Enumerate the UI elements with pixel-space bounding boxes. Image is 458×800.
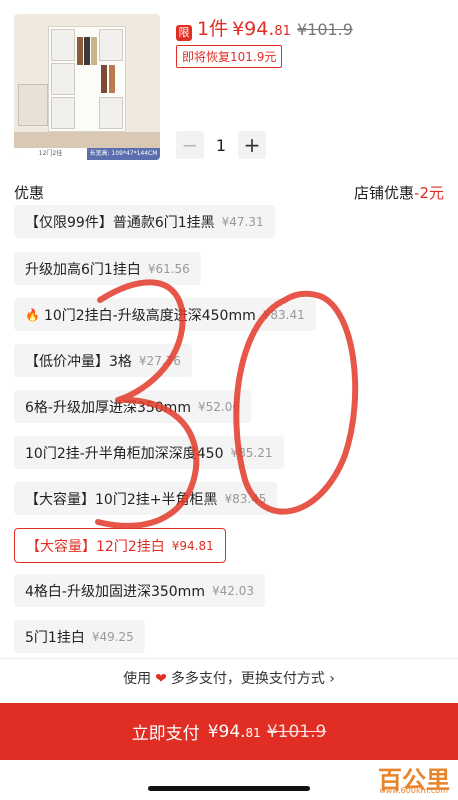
sku-option[interactable]: 6格-升级加厚进深350mm ¥52.06 <box>14 390 251 423</box>
hanging-cloth <box>84 37 90 65</box>
quantity-stepper: − 1 + <box>176 131 266 159</box>
chevron-right-icon: › <box>324 671 335 687</box>
pay-button-original-price: ¥101.9 <box>266 721 327 742</box>
hanging-cloth <box>91 37 97 65</box>
sku-option[interactable]: 升级加高6门1挂白 ¥61.56 <box>14 252 201 285</box>
decrease-button[interactable]: − <box>176 131 204 159</box>
sku-option-selected[interactable]: 【大容量】12门2挂白 ¥94.81 <box>14 528 226 563</box>
current-price: ¥94.81 <box>232 18 291 40</box>
pay-button-label: 立即支付 <box>131 724 200 744</box>
sku-option[interactable]: 5门1挂白 ¥49.25 <box>14 620 145 653</box>
watermark-logo: 百公里 www.600km.com <box>378 766 450 795</box>
home-indicator[interactable] <box>148 786 310 791</box>
wardrobe-cell <box>51 29 75 61</box>
sku-option[interactable]: 4格白-升级加固进深350mm ¥42.03 <box>14 574 265 607</box>
pay-button-price: ¥94.81 <box>207 721 261 742</box>
product-image[interactable]: 12门2挂 长宽高: 109*47*144CM <box>14 14 160 160</box>
discount-row[interactable]: 优惠 店铺优惠-2元 <box>14 180 444 204</box>
fire-icon: 🔥 <box>25 307 40 322</box>
quantity-value[interactable]: 1 <box>204 136 238 155</box>
sku-option[interactable]: 10门2挂-升半角柜加深深度450 ¥85.21 <box>14 436 284 469</box>
hanging-cloth <box>77 37 83 65</box>
heart-icon: ❤ <box>155 671 167 687</box>
original-price: ¥101.9 <box>296 20 353 39</box>
discount-label: 优惠 <box>14 183 45 202</box>
price-line: 限 1件 ¥94.81 ¥101.9 <box>176 14 353 41</box>
image-side-shelf <box>18 84 48 126</box>
divider <box>0 658 458 659</box>
wardrobe-cell <box>51 63 75 95</box>
sku-options-list[interactable]: 【仅限99件】普通款6门1挂黑 ¥47.31 升级加高6门1挂白 ¥61.56 🔥 1… <box>0 204 458 656</box>
sku-option[interactable]: 【仅限99件】普通款6门1挂黑 ¥47.31 <box>14 205 275 238</box>
wardrobe-cell <box>51 97 75 129</box>
image-caption: 12门2挂 长宽高: 109*47*144CM <box>14 148 160 160</box>
wardrobe-cell <box>99 29 123 61</box>
hanging-cloth <box>101 65 107 93</box>
payment-method-row[interactable]: 使用 ❤ 多多支付，更换支付方式 › <box>0 668 458 688</box>
limit-text: 1件 <box>197 18 229 40</box>
sku-option[interactable]: 【大容量】10门2挂+半角柜黑 ¥83.45 <box>14 482 278 515</box>
increase-button[interactable]: + <box>238 131 266 159</box>
image-caption-left: 12门2挂 <box>14 148 87 160</box>
pay-now-button[interactable]: 立即支付 ¥94.81 ¥101.9 <box>0 703 458 760</box>
xian-badge-icon: 限 <box>176 25 192 41</box>
discount-value: 店铺优惠-2元 <box>354 183 444 202</box>
sku-option[interactable]: 🔥 10门2挂白-升级高度进深450mm ¥83.41 <box>14 298 316 331</box>
restore-price-tag: 即将恢复101.9元 <box>176 45 283 68</box>
wardrobe-illustration <box>48 26 126 132</box>
image-caption-right: 长宽高: 109*47*144CM <box>87 148 160 160</box>
wardrobe-cell <box>99 97 123 129</box>
sku-option[interactable]: 【低价冲量】3格 ¥27.76 <box>14 344 192 377</box>
hanging-cloth <box>109 65 115 93</box>
